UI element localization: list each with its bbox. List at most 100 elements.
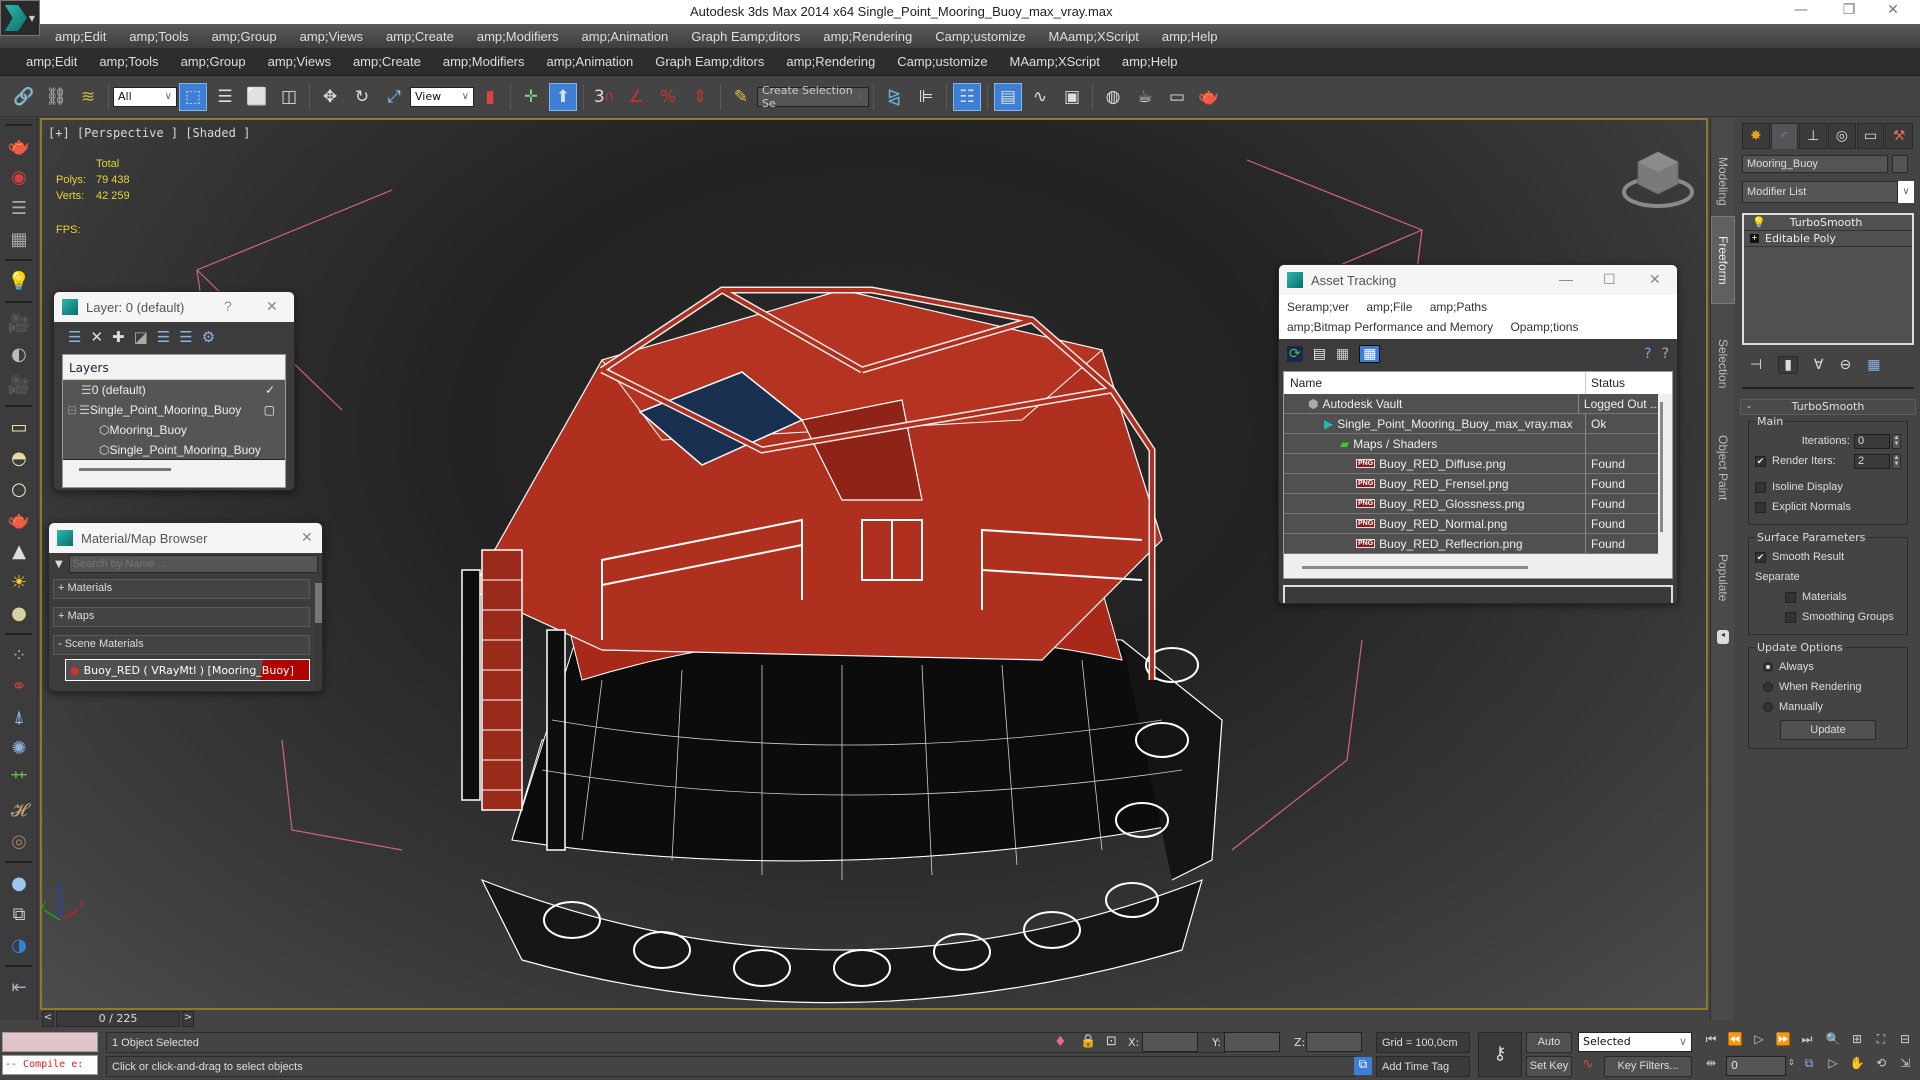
modifier-on-bulb-icon[interactable]: 💡: [1752, 216, 1766, 229]
configure-modifier-sets-icon[interactable]: ▦: [1867, 357, 1880, 373]
modify-tab-icon[interactable]: ◜: [1770, 123, 1799, 149]
menu-animation[interactable]: amp;Animation: [582, 29, 669, 44]
auto-key-button[interactable]: Auto Key: [1526, 1032, 1572, 1067]
align-icon[interactable]: ⊫: [912, 83, 940, 111]
grass-icon[interactable]: ⺾: [4, 765, 34, 793]
menu2-rendering[interactable]: amp;Rendering: [786, 54, 875, 69]
zoom-all-icon[interactable]: ⊞: [1846, 1032, 1868, 1050]
menu-edit[interactable]: amp;Edit: [55, 29, 106, 44]
minimize-button[interactable]: —: [1559, 271, 1573, 287]
spinner-arrows-icon[interactable]: ▲ ▼: [1892, 453, 1901, 469]
layer-row[interactable]: ☰ 0 (default) ✓: [63, 380, 285, 400]
asset-row[interactable]: ▶ Single_Point_Mooring_Buoy_max_vray.max …: [1284, 414, 1658, 434]
asset-row[interactable]: ⬢ Autodesk Vault Logged Out ...: [1284, 394, 1658, 414]
motion-tab-icon[interactable]: ◎: [1828, 123, 1856, 149]
x-coordinate-field[interactable]: [1142, 1032, 1198, 1052]
ornatrix-icon[interactable]: ◎: [4, 827, 34, 855]
teapot-wire-icon[interactable]: 🫖: [4, 506, 34, 534]
tower-icon[interactable]: ⍋: [4, 703, 34, 731]
table-view-icon[interactable]: ▦: [1359, 345, 1381, 363]
menu2-animation[interactable]: amp;Animation: [547, 54, 634, 69]
keyboard-shortcut-override-icon[interactable]: ⬆: [549, 82, 577, 111]
key-mode-dropdown[interactable]: Selected ∨: [1578, 1032, 1692, 1052]
angle-snap-icon[interactable]: ∠: [622, 83, 650, 111]
settings-grid-icon[interactable]: ▦: [4, 225, 34, 253]
material-browser-titlebar[interactable]: Material/Map Browser ✕: [49, 523, 322, 553]
update-button[interactable]: Update: [1780, 720, 1876, 740]
object-name-field[interactable]: [1742, 155, 1888, 173]
window-crossing-icon[interactable]: ◫: [275, 83, 303, 111]
go-to-start-icon[interactable]: ⏮: [1700, 1032, 1722, 1050]
help-icon[interactable]: ?: [1662, 346, 1669, 362]
collapse-icon[interactable]: ⊟: [63, 403, 77, 417]
previous-key-icon[interactable]: ⏪: [1724, 1032, 1746, 1050]
absolute-mode-icon[interactable]: ⊡: [1106, 1034, 1117, 1049]
menu-modifiers[interactable]: amp;Modifiers: [477, 29, 559, 44]
schematic-view-icon[interactable]: ▣: [1058, 83, 1086, 111]
field-of-view-icon[interactable]: ▷: [1822, 1056, 1844, 1074]
asset-row[interactable]: PNG Buoy_RED_Frensel.png Found: [1284, 474, 1658, 494]
object-properties-icon[interactable]: ⧉: [4, 900, 34, 928]
create-tab-icon[interactable]: ✸: [1742, 123, 1770, 149]
dome-light-icon[interactable]: ◓: [4, 444, 34, 472]
menu-bitmap-performance[interactable]: amp;Bitmap Performance and Memory: [1287, 320, 1493, 334]
menu-maxscript[interactable]: MAamp;XScript: [1049, 29, 1139, 44]
menu2-tools[interactable]: amp;Tools: [99, 54, 158, 69]
menu-create[interactable]: amp;Create: [386, 29, 454, 44]
time-slider-thumb[interactable]: 0 / 225: [56, 1011, 180, 1027]
close-button[interactable]: ✕: [266, 298, 278, 315]
sphere-light-icon[interactable]: ○: [4, 475, 34, 503]
hierarchy-tab-icon[interactable]: ⊥: [1799, 123, 1828, 149]
isolate-toggle-icon[interactable]: ♦: [1054, 1034, 1067, 1050]
menu2-views[interactable]: amp;Views: [268, 54, 331, 69]
edit-named-selection-icon[interactable]: ✎: [727, 83, 755, 111]
bind-space-warp-icon[interactable]: ≋: [74, 83, 102, 111]
fur-ball-icon[interactable]: ✺: [4, 734, 34, 762]
link-icon[interactable]: 🔗: [10, 83, 38, 111]
asset-tracking-titlebar[interactable]: Asset Tracking — ☐ ✕: [1279, 265, 1677, 295]
scale-icon[interactable]: ⤢: [380, 83, 408, 111]
menu-views[interactable]: amp;Views: [300, 29, 363, 44]
column-header-status[interactable]: Status: [1586, 376, 1625, 390]
vertical-scrollbar[interactable]: [1660, 402, 1663, 532]
highlight-layer-icon[interactable]: ☰: [157, 328, 170, 348]
sun-icon[interactable]: ☀: [4, 568, 34, 596]
menu-help[interactable]: amp;Help: [1162, 29, 1218, 44]
explicit-normals-checkbox[interactable]: [1755, 501, 1766, 513]
camera-sphere-icon[interactable]: ◐: [4, 340, 34, 368]
y-coordinate-field[interactable]: [1224, 1032, 1280, 1052]
asset-row[interactable]: PNG Buoy_RED_Diffuse.png Found: [1284, 454, 1658, 474]
ribbon-tab-object-paint[interactable]: Object Paint: [1711, 418, 1735, 518]
expand-icon[interactable]: +: [1750, 234, 1759, 243]
modifier-list-dropdown[interactable]: Modifier List ∨: [1742, 181, 1914, 203]
separate-smoothing-groups-checkbox[interactable]: [1785, 611, 1796, 623]
next-key-icon[interactable]: ⏩: [1772, 1032, 1794, 1050]
plane-light-icon[interactable]: ▭: [4, 413, 34, 441]
maximize-button[interactable]: ☐: [1603, 271, 1616, 288]
vertical-scrollbar[interactable]: [315, 581, 322, 691]
layer-row[interactable]: ⊟ ☰ Single_Point_Mooring_Buoy ▢: [63, 400, 285, 420]
add-to-layer-icon[interactable]: ✚: [112, 328, 125, 348]
menu2-edit[interactable]: amp;Edit: [26, 54, 77, 69]
menu2-create[interactable]: amp;Create: [353, 54, 421, 69]
application-menu-button[interactable]: ▼: [0, 0, 40, 36]
set-key-mode-key-icon[interactable]: ⚷: [1478, 1032, 1522, 1077]
close-button[interactable]: ✕: [1649, 271, 1661, 288]
search-input[interactable]: [68, 555, 318, 573]
frame-spinner-icon[interactable]: ⇕: [1788, 1058, 1795, 1067]
show-end-result-icon[interactable]: ▮: [1778, 356, 1798, 374]
menu2-maxscript[interactable]: MAamp;XScript: [1010, 54, 1100, 69]
modifier-stack-item[interactable]: + Editable Poly: [1744, 231, 1912, 247]
isolate-selection-icon[interactable]: ◑: [4, 931, 34, 959]
update-manually-radio[interactable]: [1763, 702, 1773, 712]
set-current-layer-icon[interactable]: ▢: [264, 403, 275, 417]
spinner-arrows-icon[interactable]: ▲ ▼: [1892, 433, 1901, 449]
asset-row[interactable]: ▰ Maps / Shaders: [1284, 434, 1658, 454]
help-button[interactable]: ?: [224, 298, 232, 314]
zoom-icon[interactable]: 🔍: [1822, 1032, 1844, 1050]
property-list-icon[interactable]: ☰: [4, 194, 34, 222]
menu-group[interactable]: amp;Group: [212, 29, 277, 44]
menu-graph-editors[interactable]: Graph Eamp;ditors: [691, 29, 800, 44]
separate-materials-checkbox[interactable]: [1785, 591, 1796, 603]
horizontal-scrollbar[interactable]: [1302, 566, 1528, 569]
